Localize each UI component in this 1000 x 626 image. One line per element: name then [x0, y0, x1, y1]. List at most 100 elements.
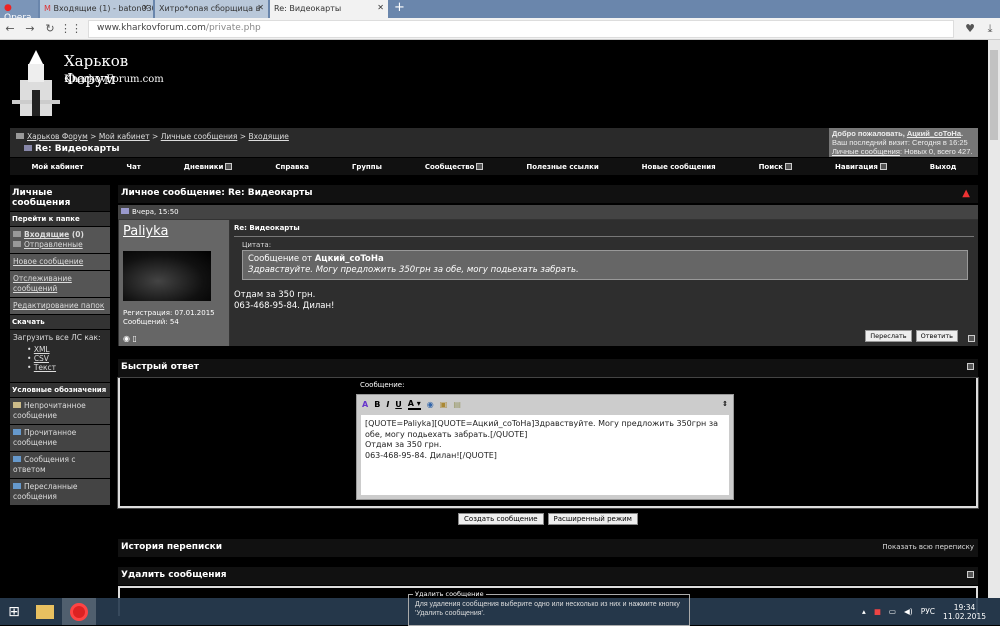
resize-icon[interactable]: ⇕	[722, 400, 728, 408]
delete-instructions: Для удаления сообщения выберите одно или…	[415, 601, 680, 617]
collapse-icon[interactable]	[968, 335, 975, 342]
download-xml-link[interactable]: XML	[34, 345, 50, 354]
opera-taskbar-icon[interactable]	[62, 598, 96, 625]
sidebar-title: Личные сообщения	[10, 185, 110, 211]
close-tab-icon[interactable]: ✕	[142, 3, 149, 12]
clock[interactable]: 19:34 11.02.2015	[943, 603, 986, 621]
welcome-punct: .	[961, 129, 964, 138]
explorer-icon[interactable]	[28, 598, 62, 625]
submit-message-button[interactable]: Создать сообщение	[458, 513, 544, 525]
link-icon[interactable]: ◉	[427, 400, 434, 409]
sidebar-item-inbox[interactable]: Входящие	[24, 230, 69, 239]
quote-from: Сообщение от	[248, 254, 315, 264]
message-header: Личное сообщение: Re: Видеокарты	[121, 188, 313, 198]
page-scrollbar[interactable]	[988, 40, 1000, 598]
quick-reply-box: Сообщение: A B I U A ▾ ◉ ▣ ▤ ⇕ [QUOTE=Pa…	[117, 377, 979, 509]
nav-label: Дневники	[183, 162, 224, 171]
font-color-icon[interactable]: A ▾	[407, 399, 421, 410]
url-input[interactable]: www.kharkovforum.com/private.php	[88, 19, 954, 38]
network-icon[interactable]: ▭	[889, 607, 896, 616]
folder-icon	[13, 241, 21, 247]
legend-unread: Непрочитанное сообщение	[13, 401, 86, 420]
pm-link[interactable]: Личные сообщения	[832, 147, 900, 156]
speed-dial-icon[interactable]: ⋮⋮	[60, 22, 82, 35]
image-icon[interactable]: ▣	[440, 400, 448, 409]
legend-replied: Сообщения с ответом	[13, 455, 76, 474]
welcome-box: Добро пожаловать, Ацкий_coToHa. Ваш посл…	[829, 128, 978, 157]
welcome-text: Добро пожаловать,	[832, 129, 907, 138]
user-info: Paliyka Регистрация: 07.01.2015 Сообщени…	[119, 220, 229, 346]
avatar	[123, 251, 211, 301]
main-content: Личное сообщение: Re: Видеокарты ▲ Вчера,…	[117, 185, 979, 626]
quick-reply-header: Быстрый ответ	[121, 362, 199, 372]
close-tab-icon[interactable]: ✕	[257, 3, 264, 12]
scrollbar-thumb[interactable]	[990, 50, 998, 140]
nav-useful-links[interactable]: Полезные ссылки	[526, 163, 598, 171]
read-icon	[13, 429, 21, 435]
browser-tab[interactable]: M Входящие (1) - baton030 ✕	[40, 0, 153, 18]
tray-arrow-icon[interactable]: ▴	[862, 607, 866, 616]
tray-app-icon[interactable]: ■	[874, 607, 881, 616]
nav-logout[interactable]: Выход	[930, 163, 957, 171]
url-path: /private.php	[205, 22, 261, 33]
nav-my-cabinet[interactable]: Мой кабинет	[31, 163, 83, 171]
nav-new-posts[interactable]: Новые сообщения	[642, 163, 716, 171]
username-link[interactable]: Paliyka	[123, 224, 225, 239]
collapse-icon[interactable]	[967, 571, 974, 578]
breadcrumb-link[interactable]: Личные сообщения	[161, 132, 238, 141]
nav-search[interactable]: Поиск	[759, 162, 793, 171]
close-tab-icon[interactable]: ✕	[377, 3, 384, 12]
nav-chat[interactable]: Чат	[126, 163, 140, 171]
bold-icon[interactable]: B	[374, 400, 380, 409]
show-all-history-link[interactable]: Показать всю переписку	[882, 543, 974, 551]
forward-button[interactable]: Переслать	[865, 330, 912, 342]
nav-help[interactable]: Справка	[275, 163, 309, 171]
browser-tab[interactable]: Хитро*опая сборщица в ✕	[155, 0, 268, 18]
volume-icon[interactable]: ◀)	[904, 607, 913, 616]
tab-label: Входящие (1) - baton030	[53, 4, 153, 13]
new-tab-button[interactable]: +	[388, 0, 411, 18]
dropdown-icon	[225, 162, 233, 170]
italic-icon[interactable]: I	[386, 400, 389, 409]
windows-start-icon[interactable]: ⊞	[0, 598, 28, 625]
download-csv-link[interactable]: CSV	[34, 354, 49, 363]
sidebar-item-edit-folders[interactable]: Редактирование папок	[13, 301, 104, 310]
bookmark-heart-icon[interactable]: ♥	[960, 22, 980, 35]
quote-icon[interactable]: ▤	[453, 400, 461, 409]
back-icon[interactable]: ←	[0, 22, 20, 35]
page-title: Re: Видеокарты	[35, 144, 120, 154]
breadcrumb-link[interactable]: Входящие	[248, 132, 288, 141]
reload-icon[interactable]: ↻	[40, 22, 60, 35]
editor: A B I U A ▾ ◉ ▣ ▤ ⇕ [QUOTE=Paliyka][QUOT…	[356, 394, 734, 500]
remove-format-icon[interactable]: A	[362, 400, 368, 409]
opera-menu-button[interactable]: ● Opera	[0, 0, 38, 23]
dropdown-icon	[785, 162, 793, 170]
download-icon[interactable]: ⤓	[980, 22, 1000, 36]
download-text-link[interactable]: Текст	[34, 363, 56, 372]
message-textarea[interactable]: [QUOTE=Paliyka][QUOTE=Ацкий_coToHa]Здрав…	[361, 415, 729, 495]
reply-button[interactable]: Ответить	[915, 330, 958, 342]
advanced-mode-button[interactable]: Расширенный режим	[547, 513, 638, 525]
report-warning-icon[interactable]: ▲	[962, 188, 970, 199]
nav-diaries[interactable]: Дневники	[183, 162, 233, 171]
sidebar-item-sent[interactable]: Отправленные	[24, 240, 83, 249]
post-date: Вчера, 15:50	[132, 208, 179, 216]
collapse-icon[interactable]	[967, 363, 974, 370]
browser-tab-active[interactable]: Re: Видеокарты ✕	[270, 0, 388, 18]
underline-icon[interactable]: U	[395, 400, 402, 409]
nav-groups[interactable]: Группы	[352, 163, 382, 171]
nav-navigation[interactable]: Навигация	[835, 162, 887, 171]
language-indicator[interactable]: РУС	[921, 607, 935, 616]
inbox-count: (0)	[69, 230, 84, 239]
user-link[interactable]: Ацкий_coToHa	[907, 129, 961, 138]
replied-icon	[13, 456, 21, 462]
breadcrumb-link[interactable]: Харьков Форум	[27, 132, 88, 141]
post-body-line: 063-468-95-84. Дилан!	[234, 301, 335, 311]
breadcrumb-link[interactable]: Мой кабинет	[99, 132, 150, 141]
forward-icon[interactable]: →	[20, 22, 40, 35]
site-logo[interactable]: Харьков Форум KharkovForum.com	[12, 50, 172, 120]
sidebar-item-new-message[interactable]: Новое сообщение	[13, 257, 83, 266]
nav-community[interactable]: Сообщество	[425, 162, 484, 171]
sidebar-item-tracking[interactable]: Отслеживание сообщений	[13, 274, 72, 293]
sidebar-section-folders: Перейти к папке	[10, 212, 110, 226]
